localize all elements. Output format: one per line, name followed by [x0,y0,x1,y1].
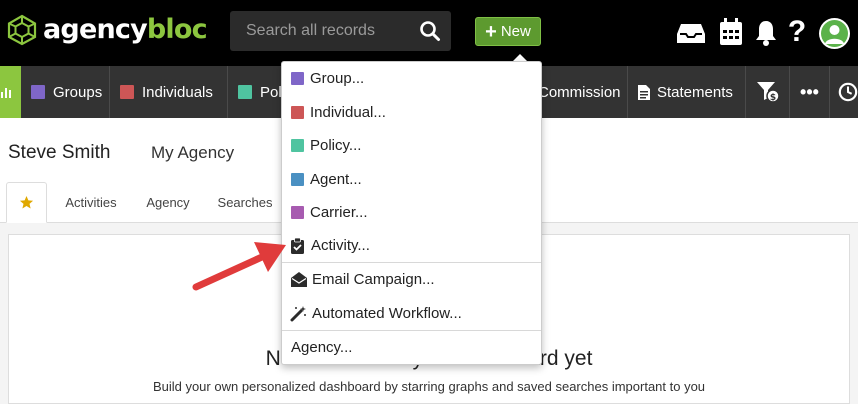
search-input[interactable] [230,11,415,51]
calendar-icon[interactable] [718,17,744,47]
logo-text-bloc: bloc [146,14,208,45]
tab-agency[interactable]: Agency [138,182,198,223]
menu-item-label: Email Campaign... [312,271,435,288]
menu-item-policy[interactable]: Policy... [282,129,541,162]
clock-icon [838,82,858,102]
plus-icon: + [485,20,497,43]
magic-wand-icon [290,305,307,322]
menu-item-label: Group... [310,70,365,87]
nav-item-label: Individuals [142,83,213,101]
menu-item-agent[interactable]: Agent... [282,163,541,196]
nav-item-label: Groups [53,83,103,101]
global-search [230,11,451,51]
menu-item-label: Agent... [310,171,362,188]
policy-color-swatch [291,139,304,152]
new-button[interactable]: + New [475,17,541,46]
carrier-color-swatch [291,206,304,219]
envelope-open-icon [290,272,307,288]
groups-color-swatch [31,85,45,99]
nav-item-label: Pol [260,83,282,101]
nav-item-label: Statements [657,83,733,101]
logo-wordmark: agencybloc [43,14,208,46]
individual-color-swatch [291,106,304,119]
document-icon [638,84,650,100]
menu-item-group[interactable]: Group... [282,62,541,95]
menu-item-agency[interactable]: Agency... [282,331,541,364]
menu-item-individual[interactable]: Individual... [282,96,541,129]
nav-item-groups[interactable]: Groups [21,66,110,118]
tab-favorites[interactable] [6,182,47,223]
funnel-dollar-icon: $ [756,82,780,103]
menu-item-label: Individual... [310,104,386,121]
nav-item-commission[interactable]: Commission [528,66,628,118]
menu-item-carrier[interactable]: Carrier... [282,196,541,229]
group-color-swatch [291,72,304,85]
red-annotation-arrow [192,242,286,291]
menu-item-label: Activity... [311,237,370,254]
top-bar: agencybloc + New ? [0,0,858,66]
menu-item-label: Automated Workflow... [312,305,462,322]
nav-item-history[interactable] [830,66,858,118]
nav-item-individuals[interactable]: Individuals [110,66,228,118]
clipboard-check-icon [289,237,306,254]
agency-name: My Agency [151,143,235,162]
menu-item-activity[interactable]: Activity... [282,229,541,262]
logo-cube-icon [7,14,37,46]
agencybloc-logo[interactable]: agencybloc [6,14,208,46]
menu-item-automated-workflow[interactable]: Automated Workflow... [282,297,541,330]
menu-item-label: Agency... [291,339,353,356]
tab-activities[interactable]: Activities [57,182,125,223]
tab-searches[interactable]: Searches [210,182,280,223]
search-icon[interactable] [419,20,441,42]
inbox-tray-icon[interactable] [676,20,706,46]
policies-color-swatch [238,85,252,99]
nav-item-commission-filter[interactable]: $ [746,66,790,118]
help-question-icon[interactable]: ? [786,15,808,48]
user-avatar[interactable] [819,18,850,49]
dashboard-nav-item[interactable] [0,66,21,118]
menu-item-email-campaign[interactable]: Email Campaign... [282,263,541,296]
new-record-dropdown: Group... Individual... Policy... Agent..… [281,61,542,365]
nav-item-policies[interactable]: Pol [228,66,288,118]
nav-item-label: Commission [538,83,621,101]
logo-text-agency: agency [43,14,148,45]
bell-icon[interactable] [753,18,779,48]
svg-text:$: $ [769,93,775,103]
bar-chart-icon [1,88,11,98]
star-icon [19,195,34,209]
new-button-label: New [500,23,531,40]
user-name: Steve Smith [8,142,111,163]
menu-item-label: Policy... [310,137,362,154]
menu-item-label: Carrier... [310,204,368,221]
individuals-color-swatch [120,85,134,99]
nav-item-statements[interactable]: Statements [628,66,746,118]
agent-color-swatch [291,173,304,186]
empty-dashboard-subtitle: Build your own personalized dashboard by… [152,379,706,394]
nav-more-ellipsis-icon[interactable]: ••• [790,66,830,118]
